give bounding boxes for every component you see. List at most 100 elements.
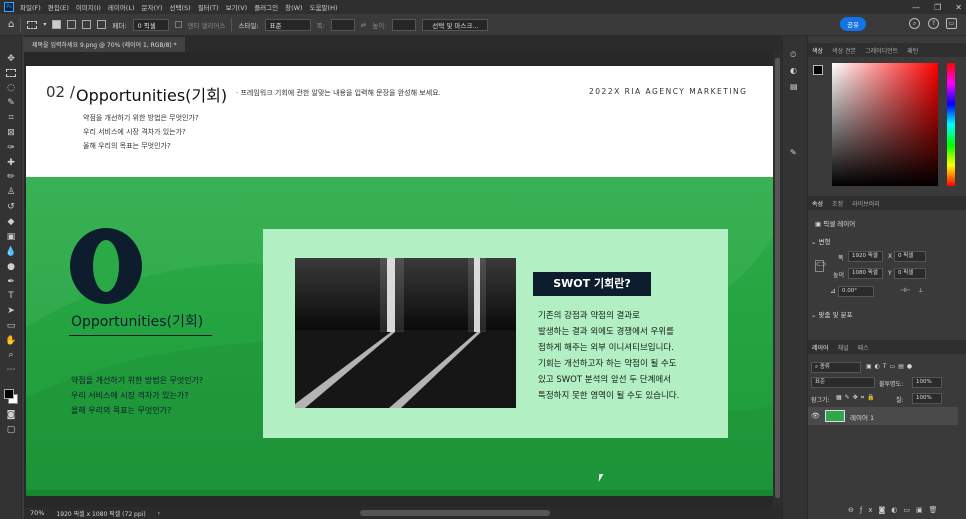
minimize-icon[interactable]: — — [912, 3, 920, 12]
workspace-icon[interactable]: ▭ — [946, 18, 957, 29]
slide-canvas[interactable]: 02 / Opportunities(기회) · 프레임워크 기회에 관한 알맞… — [26, 66, 773, 496]
share-button[interactable]: 공유 — [840, 17, 866, 31]
move-tool-icon[interactable]: ✥ — [5, 54, 17, 64]
tab-layers[interactable]: 레이어 — [812, 343, 829, 352]
rectangle-tool-icon[interactable]: ▭ — [5, 321, 17, 331]
adjustments-icon[interactable]: ◐ — [790, 66, 797, 75]
flip-horizontal-icon[interactable]: ⊣⊢ — [900, 287, 910, 294]
horizontal-scrollbar-thumb[interactable] — [360, 510, 550, 516]
marquee-tool-icon[interactable] — [27, 20, 38, 29]
menu-window[interactable]: 창(W) — [285, 2, 302, 12]
chevron-right-icon[interactable]: › — [158, 510, 160, 517]
style-select[interactable]: 표준 — [264, 18, 311, 31]
menu-type[interactable]: 문자(Y) — [142, 2, 163, 12]
restore-icon[interactable]: ❐ — [934, 3, 941, 12]
menu-image[interactable]: 이미지(I) — [76, 2, 101, 12]
lock-icons[interactable]: ▦✎✥⌗🔒 — [836, 394, 878, 402]
width-field[interactable]: 1920 픽셀 — [848, 251, 883, 262]
link-icon[interactable]: ⊂⊃ — [815, 260, 826, 272]
zoom-tool-icon[interactable]: ⌕ — [5, 350, 17, 360]
layer-filter-icons[interactable]: ▣◐T▭▤● — [866, 363, 915, 370]
opacity-field[interactable]: 100% — [912, 377, 942, 388]
history-icon[interactable]: ⏲ — [790, 50, 796, 60]
search-icon[interactable]: ⌕ — [909, 18, 920, 29]
crop-tool-icon[interactable]: ⌗ — [5, 113, 17, 123]
divider — [20, 17, 22, 32]
eraser-tool-icon[interactable]: ◆ — [5, 217, 17, 227]
intersect-selection-icon[interactable] — [97, 20, 107, 29]
transform-heading[interactable]: ⌄ 변형 — [811, 236, 830, 246]
blur-tool-icon[interactable]: 💧 — [5, 247, 17, 257]
quick-select-icon[interactable]: ✎ — [5, 98, 17, 108]
tab-color[interactable]: 색상 — [812, 46, 823, 55]
width-input[interactable] — [330, 18, 355, 31]
hue-slider[interactable] — [947, 63, 955, 186]
healing-brush-icon[interactable]: ✚ — [5, 158, 17, 168]
fill-field[interactable]: 100% — [912, 393, 942, 404]
add-selection-icon[interactable] — [67, 20, 77, 29]
menu-edit[interactable]: 편집(E) — [48, 2, 69, 12]
hand-tool-icon[interactable]: ✋ — [5, 336, 17, 346]
frame-tool-icon[interactable]: ⊠ — [5, 128, 17, 138]
foreground-color-swatch[interactable] — [4, 389, 14, 399]
layer-kind-filter[interactable]: ⌕ 종류 — [811, 362, 861, 373]
height-field[interactable]: 1080 픽셀 — [848, 268, 883, 279]
feather-input[interactable]: 0 픽셀 — [132, 18, 169, 31]
chevron-down-icon[interactable]: ▾ — [43, 21, 46, 28]
flip-vertical-icon[interactable]: ⊥ — [918, 287, 923, 294]
menu-file[interactable]: 파일(F) — [20, 2, 41, 12]
color-picker-field[interactable] — [832, 63, 938, 186]
type-tool-icon[interactable]: T — [5, 291, 17, 301]
history-brush-icon[interactable]: ↺ — [5, 202, 17, 212]
stamp-tool-icon[interactable]: ♙ — [5, 187, 17, 197]
select-and-mask-button[interactable]: 선택 및 마스크... — [422, 18, 489, 31]
pen-tool-icon[interactable]: ✒ — [5, 277, 17, 287]
height-input[interactable] — [392, 18, 417, 31]
blend-mode-select[interactable]: 표준 — [811, 377, 875, 388]
swap-icon[interactable]: ⇄ — [361, 21, 366, 29]
dodge-tool-icon[interactable]: ● — [5, 262, 17, 272]
y-field[interactable]: 0 픽셀 — [894, 268, 926, 279]
tab-adjustments[interactable]: 조정 — [832, 199, 843, 208]
new-selection-icon[interactable] — [52, 20, 62, 29]
menu-view[interactable]: 보기(V) — [226, 2, 247, 12]
lasso-tool-icon[interactable]: ◌ — [5, 83, 17, 93]
antialias-checkbox[interactable] — [174, 21, 182, 28]
eyedropper-icon[interactable]: ✑ — [5, 143, 17, 153]
visibility-eye-icon[interactable]: 👁 — [811, 412, 820, 420]
brush-tool-icon[interactable]: ✏ — [5, 172, 17, 182]
menu-plugins[interactable]: 플러그인 — [254, 2, 278, 12]
foreground-swatch[interactable] — [813, 65, 823, 75]
gradient-tool-icon[interactable]: ▣ — [5, 232, 17, 242]
help-icon[interactable]: ? — [928, 18, 939, 29]
brush-settings-icon[interactable]: ✎ — [790, 148, 797, 157]
tab-channels[interactable]: 채널 — [838, 343, 849, 352]
tab-properties[interactable]: 속성 — [812, 199, 823, 208]
subtract-selection-icon[interactable] — [82, 20, 92, 29]
marquee-tool-icon[interactable] — [6, 69, 16, 77]
options-bar: ⌂ ▾ 페더: 0 픽셀 앤티 앨리어스 스타일: 표준 폭: ⇄ 높이: 선택… — [0, 14, 966, 36]
document-tab[interactable]: 제목을 입력하세요 9.png @ 70% (레이어 1, RGB/8) * — [24, 37, 185, 52]
tab-swatches[interactable]: 색상 견본 — [832, 46, 856, 55]
x-field[interactable]: 0 픽셀 — [894, 251, 926, 262]
scrollbar-thumb[interactable] — [775, 58, 780, 498]
menu-help[interactable]: 도움말(H) — [310, 2, 338, 12]
menu-filter[interactable]: 필터(T) — [198, 2, 219, 12]
layer-name[interactable]: 레이어 1 — [850, 412, 874, 422]
align-heading[interactable]: ⌄ 맞춤 및 분포 — [811, 309, 853, 319]
close-icon[interactable]: ✕ — [955, 3, 962, 12]
menu-select[interactable]: 선택(S) — [170, 2, 191, 12]
comment-icon[interactable]: ▤ — [790, 82, 798, 91]
screen-mode-icon[interactable]: ▢ — [5, 425, 17, 435]
tab-libraries[interactable]: 라이브러리 — [852, 199, 880, 208]
path-select-icon[interactable]: ➤ — [5, 306, 17, 316]
tab-paths[interactable]: 패스 — [858, 343, 869, 352]
zoom-level[interactable]: 70% — [30, 509, 44, 517]
tab-gradient[interactable]: 그레이디언트 — [865, 46, 898, 55]
quick-mask-icon[interactable]: ◙ — [5, 410, 17, 420]
home-icon[interactable]: ⌂ — [8, 19, 14, 30]
angle-field[interactable]: 0.00° — [838, 286, 874, 297]
tab-pattern[interactable]: 패턴 — [907, 46, 918, 55]
menu-layer[interactable]: 레이어(L) — [108, 2, 135, 12]
more-tools-icon[interactable]: ⋯ — [5, 365, 17, 375]
